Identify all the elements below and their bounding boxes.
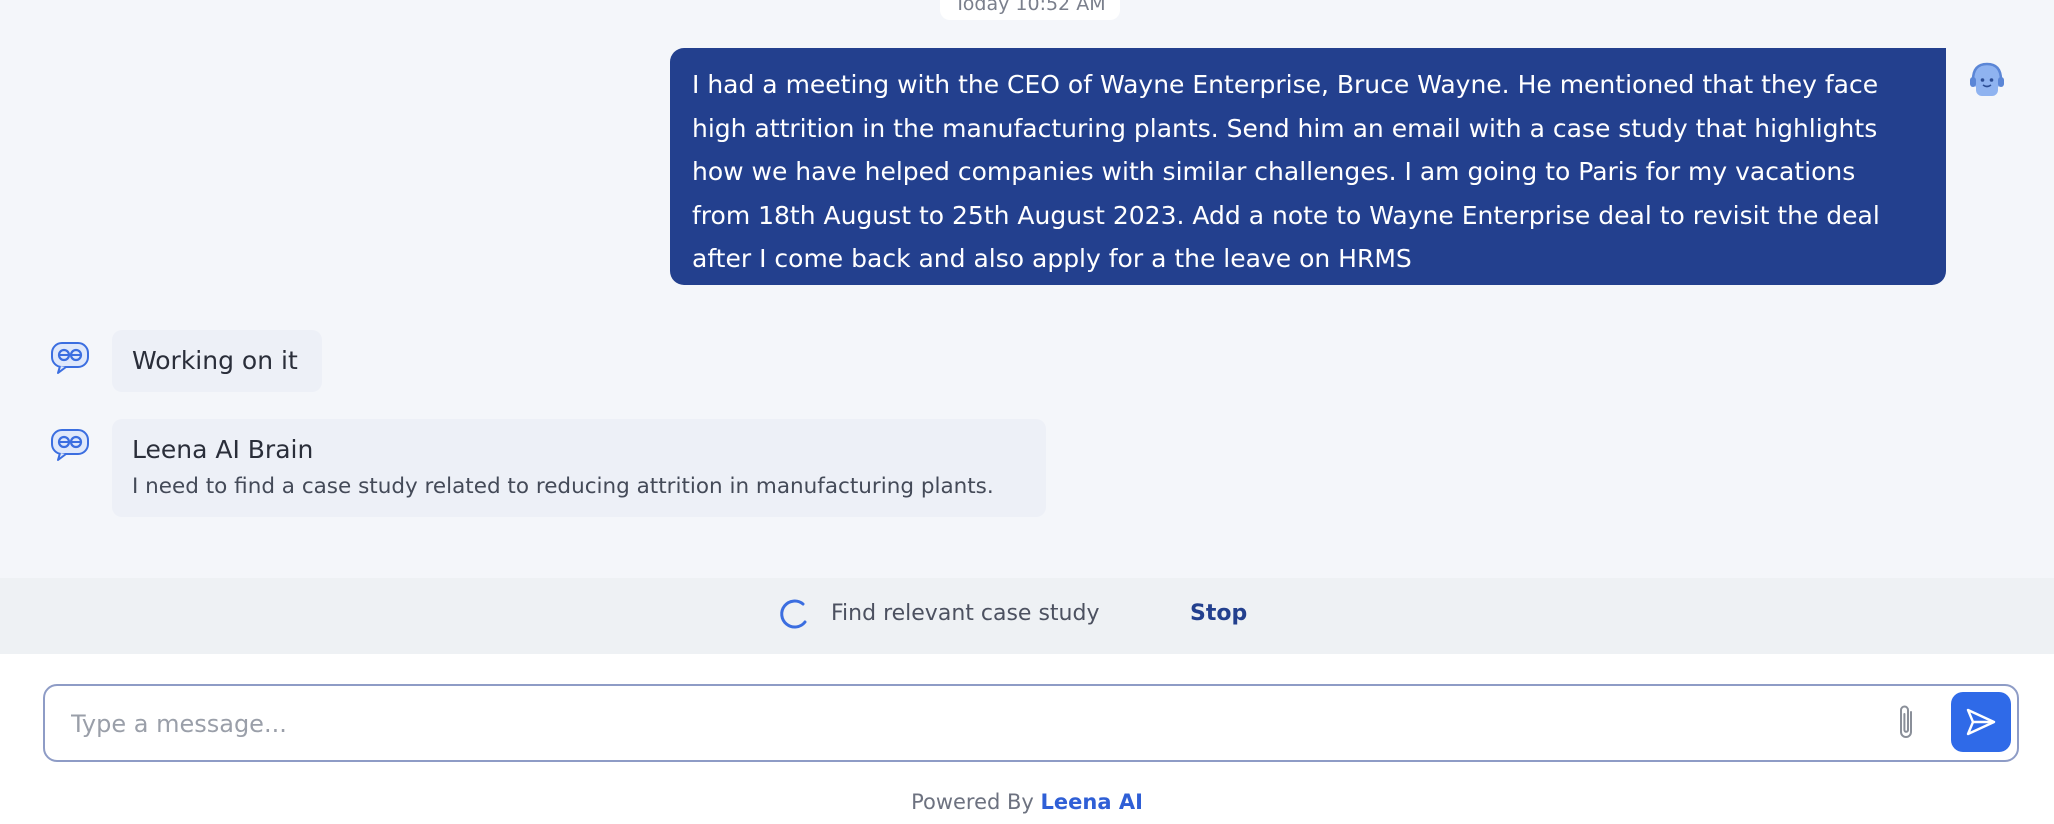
footer-brand-link[interactable]: Leena AI	[1041, 790, 1143, 814]
send-button[interactable]	[1951, 692, 2011, 752]
paperclip-icon[interactable]	[1895, 703, 1919, 743]
timestamp: Today 10:52 AM	[940, 0, 1120, 20]
user-message-line: how we have helped companies with simila…	[692, 157, 1856, 186]
status-text: Find relevant case study	[831, 601, 1100, 626]
bot-message-working: Working on it	[112, 330, 322, 392]
user-message-line: high attrition in the manufacturing plan…	[692, 113, 1878, 143]
leena-bot-icon	[50, 341, 90, 375]
message-input[interactable]	[69, 696, 1903, 752]
message-box	[43, 684, 2019, 762]
status-bar: Find relevant case study Stop	[0, 578, 2054, 654]
user-message-bubble: I had a meeting with the CEO of Wayne En…	[670, 48, 1946, 285]
chat-area: Today 10:52 AM I had a meeting with the …	[0, 0, 2054, 578]
bot-message-brain: Leena AI Brain I need to find a case stu…	[112, 419, 1046, 517]
leena-bot-icon	[50, 428, 90, 462]
footer: Powered By Leena AI	[0, 784, 2054, 820]
bot-message-title: Leena AI Brain	[132, 435, 314, 464]
user-message-line: from 18th August to 25th August 2023. Ad…	[692, 200, 1880, 230]
user-message-line: I had a meeting with the CEO of Wayne En…	[692, 70, 1879, 99]
send-icon	[1966, 708, 1996, 736]
user-avatar-icon	[1966, 58, 2008, 100]
stop-button[interactable]: Stop	[1190, 596, 1247, 632]
user-message-line: after I come back and also apply for a t…	[692, 244, 1412, 273]
spinner-icon	[779, 598, 811, 630]
composer-area: Powered By Leena AI	[0, 654, 2054, 824]
bot-message-text: I need to find a case study related to r…	[132, 474, 994, 499]
footer-prefix: Powered By	[911, 790, 1034, 814]
